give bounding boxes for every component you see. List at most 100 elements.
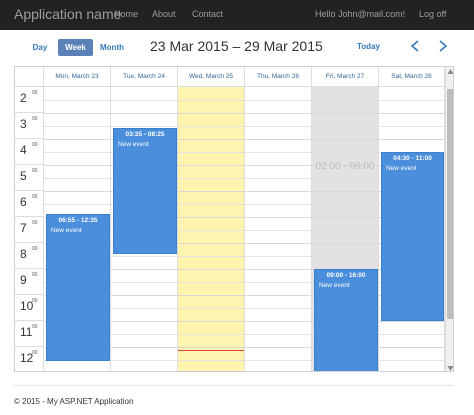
grid-line [111, 295, 177, 296]
grid-line [111, 282, 177, 283]
grid-line [178, 217, 244, 218]
grid-line [312, 256, 378, 257]
brand-link[interactable]: Application name [14, 6, 121, 22]
day-column-thu[interactable] [245, 87, 312, 371]
grid-line [312, 230, 378, 231]
user-greeting-link[interactable]: Hello John@mail.com! [315, 9, 405, 19]
grid-line [178, 126, 244, 127]
grid-line [178, 256, 244, 257]
event-title: New event [51, 227, 82, 234]
event-time: 09:00 - 16:00 [326, 272, 366, 279]
grid-line [312, 178, 378, 179]
grid-line [245, 152, 311, 153]
logoff-link[interactable]: Log off [419, 9, 446, 19]
grid-line [44, 126, 110, 127]
day-header-fri[interactable]: Fri, March 27 [312, 67, 379, 87]
hour-label: 8 00 [15, 243, 44, 269]
grid-line [245, 360, 311, 361]
grid-line [245, 191, 311, 192]
grid-line [178, 243, 244, 244]
hour-label: 6 00 [15, 191, 44, 217]
grid-line [379, 126, 444, 127]
day-header-wed[interactable]: Wed, March 25 [178, 67, 245, 87]
calendar-scrollbar[interactable] [445, 67, 454, 372]
day-column-wed-today[interactable] [178, 87, 245, 371]
grid-line [245, 126, 311, 127]
grid-line [178, 165, 244, 166]
grid-line [379, 321, 444, 322]
grid-line [245, 178, 311, 179]
grid-line [312, 139, 378, 140]
grid-line [44, 152, 110, 153]
chevron-right-icon [439, 40, 448, 52]
grid-line [312, 113, 378, 114]
grid-line [44, 113, 110, 114]
grid-line [178, 347, 244, 348]
event-title: New event [118, 141, 149, 148]
calendar-event[interactable]: 06:55 - 12:35 New event [46, 214, 110, 361]
time-gutter-header [15, 67, 44, 87]
today-button[interactable]: Today [357, 42, 380, 51]
hour-label: 2 00 [15, 87, 44, 113]
grid-line [379, 334, 444, 335]
scroll-up-icon[interactable] [447, 68, 454, 75]
grid-line [111, 269, 177, 270]
grid-line [111, 113, 177, 114]
scroll-thumb[interactable] [447, 89, 453, 319]
grid-line [245, 308, 311, 309]
event-time: 04:30 - 11:00 [393, 155, 432, 162]
unavailable-range-label: 02:00 - 06:00 [315, 161, 375, 172]
time-grid: 2 00 3 00 4 00 5 00 6 00 7 00 8 00 9 00 10 00 11 0… [15, 87, 445, 371]
grid-line [178, 360, 244, 361]
nav-about[interactable]: About [152, 9, 176, 19]
day-header-sat[interactable]: Sat, March 28 [379, 67, 445, 87]
grid-line [379, 113, 444, 114]
prev-week-button[interactable] [408, 38, 422, 54]
hour-label: 9 00 [15, 269, 44, 295]
grid-line [178, 152, 244, 153]
scroll-down-icon[interactable] [447, 365, 454, 372]
hour-label: 12 00 [15, 347, 44, 371]
view-day-button[interactable]: Day [28, 39, 52, 56]
event-title: New event [386, 165, 417, 172]
calendar-event[interactable]: 03:35 - 08:25 New event [113, 128, 177, 254]
grid-line [178, 269, 244, 270]
view-month-button[interactable]: Month [97, 39, 127, 56]
grid-line [312, 152, 378, 153]
hour-label: 11 00 [15, 321, 44, 347]
day-header-mon[interactable]: Mon, March 23 [44, 67, 111, 87]
current-time-indicator [178, 350, 244, 351]
grid-line [111, 256, 177, 257]
grid-line [44, 100, 110, 101]
grid-line [178, 204, 244, 205]
view-week-button[interactable]: Week [58, 39, 93, 56]
grid-line [44, 204, 110, 205]
grid-line [44, 165, 110, 166]
grid-line [245, 256, 311, 257]
grid-line [312, 204, 378, 205]
grid-line [178, 321, 244, 322]
day-header-tue[interactable]: Tue, March 24 [111, 67, 178, 87]
grid-line [245, 100, 311, 101]
grid-line [245, 334, 311, 335]
next-week-button[interactable] [436, 38, 450, 54]
grid-line [111, 321, 177, 322]
grid-line [245, 282, 311, 283]
grid-line [245, 295, 311, 296]
grid-line [44, 178, 110, 179]
nav-home[interactable]: Home [114, 9, 138, 19]
event-time: 03:35 - 08:25 [125, 131, 165, 138]
hour-label: 7 00 [15, 217, 44, 243]
calendar-event[interactable]: 04:30 - 11:00 New event [381, 152, 444, 321]
grid-line [44, 139, 110, 140]
grid-line [111, 126, 177, 127]
grid-line [111, 334, 177, 335]
day-header-thu[interactable]: Thu, March 26 [245, 67, 312, 87]
grid-line [111, 360, 177, 361]
hour-label: 5 00 [15, 165, 44, 191]
grid-line [379, 139, 444, 140]
chevron-left-icon [410, 40, 419, 52]
calendar-event[interactable]: 09:00 - 16:00 New event [314, 269, 378, 371]
grid-line [178, 230, 244, 231]
nav-contact[interactable]: Contact [192, 9, 223, 19]
